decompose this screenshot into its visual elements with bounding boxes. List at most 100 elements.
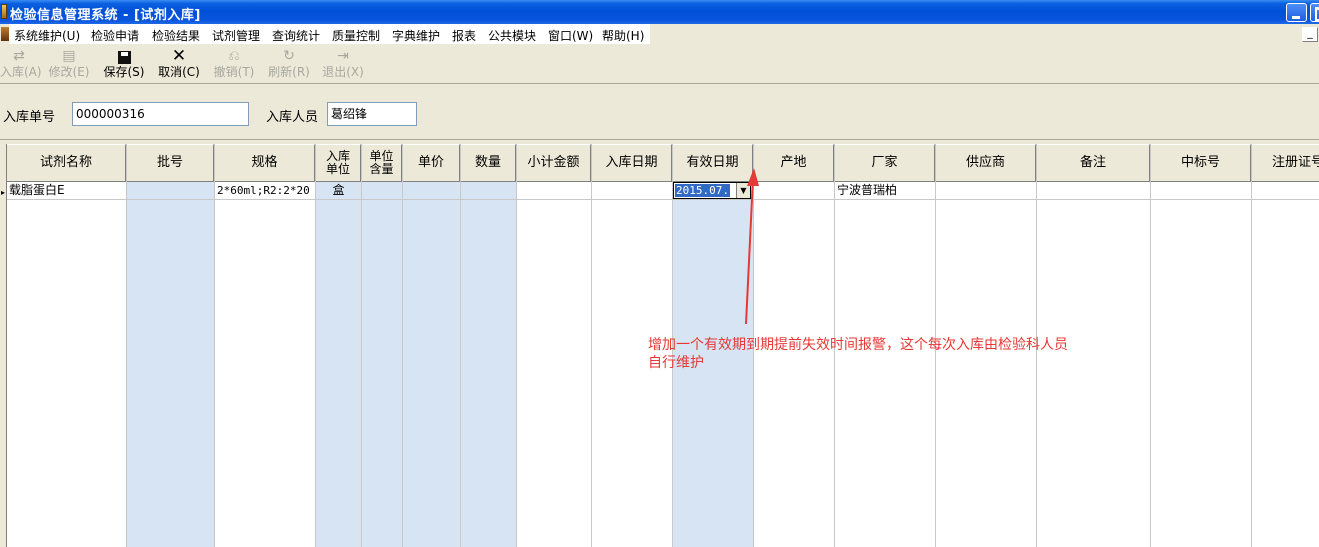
cell-subtotal[interactable] xyxy=(517,182,591,200)
row-indicator-column: ▸ xyxy=(0,144,7,547)
cell-reagent-name[interactable]: 载脂蛋白E xyxy=(7,182,126,200)
operator-label: 入库人员 xyxy=(266,110,319,125)
current-row-marker-icon: ▸ xyxy=(1,188,6,197)
cell-unit-content[interactable] xyxy=(362,182,402,200)
order-no-field[interactable]: 000000316 xyxy=(72,102,249,126)
menu-reports[interactable]: 报表 xyxy=(452,27,476,44)
undo-button[interactable]: ⎌ 撤销(T) xyxy=(211,48,257,82)
cell-unit[interactable]: 盒 xyxy=(316,182,361,200)
header-reagent-name[interactable]: 试剂名称 xyxy=(7,144,126,182)
refresh-button[interactable]: ↻ 刷新(R) xyxy=(266,48,312,82)
cell-bid-no[interactable] xyxy=(1151,182,1251,200)
mdi-minimize-button[interactable]: _ xyxy=(1302,27,1318,42)
column-origin: 产地 xyxy=(754,144,835,547)
expiry-date-picker[interactable]: 2015.07. ▼ xyxy=(673,182,751,199)
cancel-icon: ✕ xyxy=(171,46,187,66)
order-no-label: 入库单号 xyxy=(3,110,56,125)
column-reagent-name: 试剂名称 载脂蛋白E xyxy=(7,144,127,547)
header-quantity[interactable]: 数量 xyxy=(461,144,516,182)
stock-in-header-form: 入库单号 000000316 入库人员 葛绍锋 xyxy=(0,84,1319,140)
column-manufacturer: 厂家 宁波普瑞柏 xyxy=(835,144,936,547)
menu-strip: 系统维护(U) 检验申请 检验结果 试剂管理 查询统计 质量控制 字典维护 报表… xyxy=(9,24,650,44)
header-bid-no[interactable]: 中标号 xyxy=(1151,144,1251,182)
save-button[interactable]: 保存(S) xyxy=(101,48,147,82)
menu-test-request[interactable]: 检验申请 xyxy=(91,27,139,44)
menu-system-maintenance[interactable]: 系统维护(U) xyxy=(14,27,80,44)
minimize-button[interactable] xyxy=(1286,3,1307,22)
exit-label: 退出(X) xyxy=(322,65,364,79)
header-manufacturer[interactable]: 厂家 xyxy=(835,144,935,182)
undo-icon: ⎌ xyxy=(228,48,240,64)
refresh-label: 刷新(R) xyxy=(268,65,310,79)
menu-reagent-management[interactable]: 试剂管理 xyxy=(212,27,260,44)
edit-icon: ▤ xyxy=(62,48,76,64)
menu-test-results[interactable]: 检验结果 xyxy=(152,27,200,44)
menu-bar: 系统维护(U) 检验申请 检验结果 试剂管理 查询统计 质量控制 字典维护 报表… xyxy=(0,24,1319,44)
column-expiry-date: 有效日期 2015.07. ▼ xyxy=(673,144,754,547)
save-label: 保存(S) xyxy=(103,65,145,79)
cell-reg-no[interactable] xyxy=(1252,182,1319,200)
cell-remark[interactable] xyxy=(1037,182,1150,200)
header-supplier[interactable]: 供应商 xyxy=(936,144,1036,182)
stock-in-icon: ⇄ xyxy=(13,48,25,64)
menu-help[interactable]: 帮助(H) xyxy=(602,27,644,44)
edit-label: 修改(E) xyxy=(48,65,90,79)
cell-origin[interactable] xyxy=(754,182,834,200)
menu-dictionary-maintenance[interactable]: 字典维护 xyxy=(392,27,440,44)
column-stock-in-date: 入库日期 xyxy=(592,144,673,547)
column-reg-no: 注册证号 xyxy=(1252,144,1319,547)
cell-batch-no[interactable] xyxy=(127,182,214,200)
header-remark[interactable]: 备注 xyxy=(1037,144,1150,182)
header-stock-in-date[interactable]: 入库日期 xyxy=(592,144,672,182)
column-supplier: 供应商 xyxy=(936,144,1037,547)
menu-quality-control[interactable]: 质量控制 xyxy=(332,27,380,44)
stock-in-label: 入库(A) xyxy=(0,65,42,79)
maximize-button[interactable] xyxy=(1310,3,1319,22)
cell-quantity[interactable] xyxy=(461,182,516,200)
undo-label: 撤销(T) xyxy=(213,65,255,79)
column-remark: 备注 xyxy=(1037,144,1151,547)
header-unit[interactable]: 入库 单位 xyxy=(316,144,361,182)
expiry-date-value[interactable]: 2015.07. xyxy=(675,184,730,197)
header-unit-price[interactable]: 单价 xyxy=(403,144,460,182)
window-title-bar[interactable]: 检验信息管理系统 - [试剂入库] xyxy=(0,0,1319,24)
header-subtotal[interactable]: 小计金额 xyxy=(517,144,591,182)
header-unit-content[interactable]: 单位 含量 xyxy=(362,144,402,182)
reagent-grid[interactable]: ▸ 试剂名称 载脂蛋白E 批号 规格 2*60ml;R2:2*20 入库 单位 盒… xyxy=(0,144,1319,547)
header-reg-no[interactable]: 注册证号 xyxy=(1252,144,1319,182)
operator-field[interactable]: 葛绍锋 xyxy=(327,102,417,126)
column-unit: 入库 单位 盒 xyxy=(316,144,362,547)
cell-stock-in-date[interactable] xyxy=(592,182,672,200)
menu-common-modules[interactable]: 公共模块 xyxy=(488,27,536,44)
stock-in-button[interactable]: ⇄ 入库(A) xyxy=(0,48,42,82)
header-spec[interactable]: 规格 xyxy=(215,144,315,182)
cell-supplier[interactable] xyxy=(936,182,1036,200)
cancel-label: 取消(C) xyxy=(158,65,200,79)
mdi-child-icon[interactable] xyxy=(1,27,9,41)
column-bid-no: 中标号 xyxy=(1151,144,1252,547)
save-icon xyxy=(101,48,147,65)
toolbar: ⇄ 入库(A) ▤ 修改(E) 保存(S) ✕ 取消(C) ⎌ 撤销(T) ↻ … xyxy=(0,46,1319,84)
column-subtotal: 小计金额 xyxy=(517,144,592,547)
window-title: 检验信息管理系统 - [试剂入库] xyxy=(10,8,201,23)
cell-manufacturer[interactable]: 宁波普瑞柏 xyxy=(835,182,935,200)
exit-icon: ⇥ xyxy=(337,48,349,64)
column-unit-price: 单价 xyxy=(403,144,461,547)
cell-expiry-date[interactable]: 2015.07. ▼ xyxy=(673,182,753,200)
cell-spec[interactable]: 2*60ml;R2:2*20 xyxy=(215,182,315,200)
app-icon xyxy=(1,4,7,19)
menu-window[interactable]: 窗口(W) xyxy=(548,27,593,44)
dropdown-arrow-icon[interactable]: ▼ xyxy=(736,183,750,198)
column-spec: 规格 2*60ml;R2:2*20 xyxy=(215,144,316,547)
cancel-button[interactable]: ✕ 取消(C) xyxy=(156,48,202,82)
header-origin[interactable]: 产地 xyxy=(754,144,834,182)
header-expiry-date[interactable]: 有效日期 xyxy=(673,144,753,182)
header-batch-no[interactable]: 批号 xyxy=(127,144,214,182)
column-batch-no: 批号 xyxy=(127,144,215,547)
column-quantity: 数量 xyxy=(461,144,517,547)
menu-query-statistics[interactable]: 查询统计 xyxy=(272,27,320,44)
cell-unit-price[interactable] xyxy=(403,182,460,200)
exit-button[interactable]: ⇥ 退出(X) xyxy=(320,48,366,82)
column-unit-content: 单位 含量 xyxy=(362,144,403,547)
edit-button[interactable]: ▤ 修改(E) xyxy=(46,48,92,82)
